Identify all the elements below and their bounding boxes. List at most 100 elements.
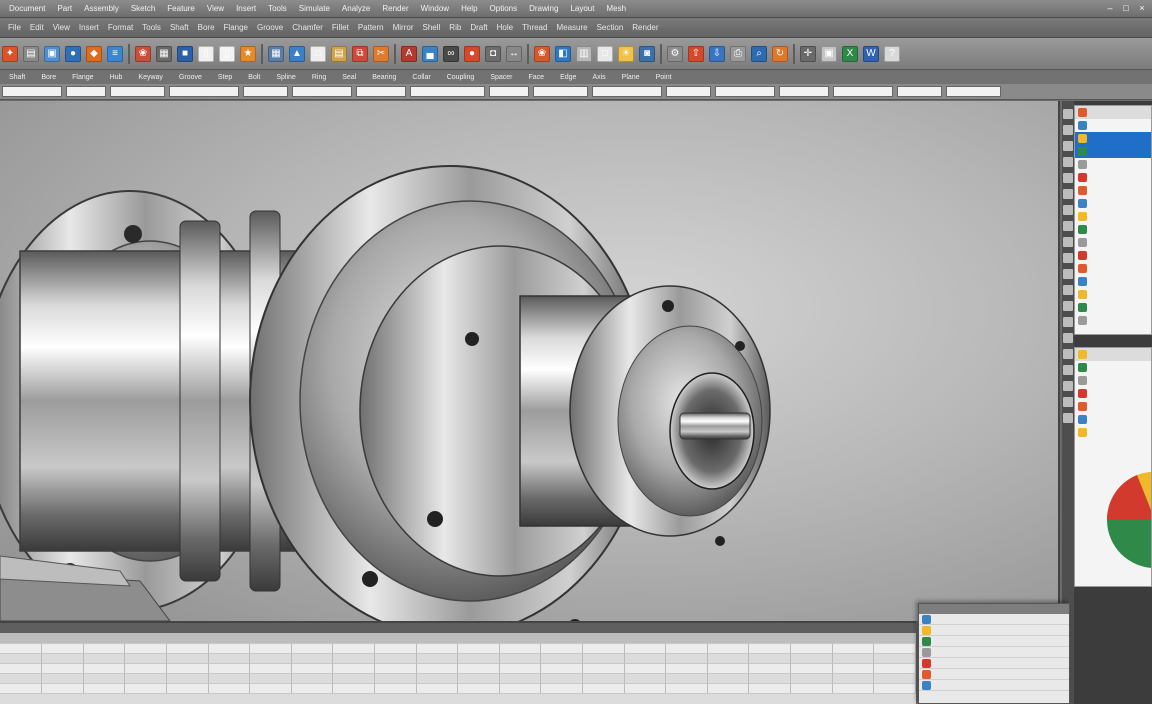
chart-button[interactable]: ▄ (422, 45, 438, 62)
property-seal[interactable]: Seal (337, 72, 361, 83)
parameter-field[interactable] (356, 86, 406, 97)
panel-tab-button[interactable] (1063, 205, 1073, 215)
menu-tools[interactable]: Tools (263, 2, 292, 15)
menu-window[interactable]: Window (416, 2, 454, 15)
command-bore[interactable]: Bore (194, 21, 219, 34)
parameter-field[interactable] (715, 86, 775, 97)
column-header[interactable] (41, 633, 84, 644)
open-button[interactable]: ▤ (23, 45, 39, 62)
command-groove[interactable]: Groove (253, 21, 287, 34)
parameter-field[interactable] (66, 86, 106, 97)
property-plane[interactable]: Plane (617, 72, 645, 83)
property-collar[interactable]: Collar (407, 72, 435, 83)
parameter-field[interactable] (169, 86, 239, 97)
panel-row[interactable] (1075, 197, 1151, 210)
menu-analyze[interactable]: Analyze (337, 2, 375, 15)
panel-tab-button[interactable] (1063, 125, 1073, 135)
parameter-field[interactable] (592, 86, 662, 97)
image-button[interactable]: ▣ (44, 45, 60, 62)
camera2-button[interactable]: ◙ (639, 45, 655, 62)
parameter-field[interactable] (110, 86, 165, 97)
dialog-row[interactable] (919, 625, 1069, 636)
sheet-button[interactable]: □ (310, 45, 326, 62)
menu-render[interactable]: Render (377, 2, 413, 15)
panel-tab-button[interactable] (1063, 365, 1073, 375)
property-groove[interactable]: Groove (174, 72, 207, 83)
command-chamfer[interactable]: Chamfer (288, 21, 327, 34)
paste-button[interactable]: ▤ (331, 45, 347, 62)
command-file[interactable]: File (4, 21, 25, 34)
panel-row[interactable] (1075, 236, 1151, 249)
property-spline[interactable]: Spline (271, 72, 300, 83)
parameter-field[interactable] (2, 86, 62, 97)
command-fillet[interactable]: Fillet (328, 21, 353, 34)
dialog-row[interactable] (919, 647, 1069, 658)
section-button[interactable]: ◧ (555, 45, 571, 62)
menu-document[interactable]: Document (4, 2, 50, 15)
pin-button[interactable]: ● (464, 45, 480, 62)
dialog-row[interactable] (919, 614, 1069, 625)
parameter-field[interactable] (292, 86, 352, 97)
column-header[interactable] (374, 633, 417, 644)
parameter-field[interactable] (489, 86, 529, 97)
table-row[interactable] (0, 673, 916, 684)
menu-view[interactable]: View (202, 2, 229, 15)
panel-row[interactable] (1075, 301, 1151, 314)
panel-row[interactable] (1075, 106, 1151, 119)
pan-button[interactable]: ✛ (800, 45, 816, 62)
panel-tab-button[interactable] (1063, 189, 1073, 199)
menu-part[interactable]: Part (52, 2, 77, 15)
shaft-assembly-render[interactable] (0, 101, 1060, 621)
panel-row[interactable] (1075, 288, 1151, 301)
command-shaft[interactable]: Shaft (166, 21, 193, 34)
menu-mesh[interactable]: Mesh (601, 2, 631, 15)
analysis-row[interactable] (1075, 374, 1151, 387)
command-mirror[interactable]: Mirror (389, 21, 418, 34)
command-edit[interactable]: Edit (26, 21, 48, 34)
panel-row[interactable] (1075, 119, 1151, 132)
parameter-field[interactable] (946, 86, 1001, 97)
property-shaft[interactable]: Shaft (4, 72, 30, 83)
panel-row[interactable] (1075, 223, 1151, 236)
menu-sketch[interactable]: Sketch (126, 2, 160, 15)
panel-tab-button[interactable] (1063, 333, 1073, 343)
table-row[interactable] (0, 643, 916, 654)
command-insert[interactable]: Insert (75, 21, 103, 34)
close-button[interactable]: × (1136, 3, 1148, 14)
command-rib[interactable]: Rib (445, 21, 465, 34)
panel-tab-button[interactable] (1063, 141, 1073, 151)
analysis-row[interactable] (1075, 361, 1151, 374)
column-header[interactable] (499, 633, 542, 644)
command-hole[interactable]: Hole (493, 21, 517, 34)
page-button[interactable]: ▯ (219, 45, 235, 62)
palette-button[interactable]: ❀ (135, 45, 151, 62)
menu-options[interactable]: Options (485, 2, 523, 15)
word-button[interactable]: W (863, 45, 879, 62)
command-render[interactable]: Render (628, 21, 662, 34)
star-button[interactable]: ★ (240, 45, 256, 62)
table-row[interactable] (0, 663, 916, 674)
property-bearing[interactable]: Bearing (367, 72, 401, 83)
panel-row[interactable] (1075, 210, 1151, 223)
command-pattern[interactable]: Pattern (354, 21, 388, 34)
minimize-button[interactable]: – (1104, 3, 1116, 14)
central-bore[interactable] (669, 372, 755, 490)
export-button[interactable]: ⇧ (688, 45, 704, 62)
panel-tab-button[interactable] (1063, 173, 1073, 183)
new-button[interactable]: ✦ (2, 45, 18, 62)
column-header[interactable] (0, 633, 43, 644)
panel-tab-button[interactable] (1063, 349, 1073, 359)
column-header[interactable] (83, 633, 126, 644)
property-ring[interactable]: Ring (307, 72, 331, 83)
analysis-row[interactable] (1075, 387, 1151, 400)
analysis-row[interactable] (1075, 413, 1151, 426)
camera-button[interactable]: ◘ (485, 45, 501, 62)
shape-button[interactable]: ▲ (289, 45, 305, 62)
property-spacer[interactable]: Spacer (485, 72, 517, 83)
property-point[interactable]: Point (651, 72, 677, 83)
menu-insert[interactable]: Insert (231, 2, 261, 15)
property-edge[interactable]: Edge (555, 72, 581, 83)
measure-button[interactable]: ↔ (506, 45, 522, 62)
column-header[interactable] (665, 633, 708, 644)
panel-tab-button[interactable] (1063, 237, 1073, 247)
